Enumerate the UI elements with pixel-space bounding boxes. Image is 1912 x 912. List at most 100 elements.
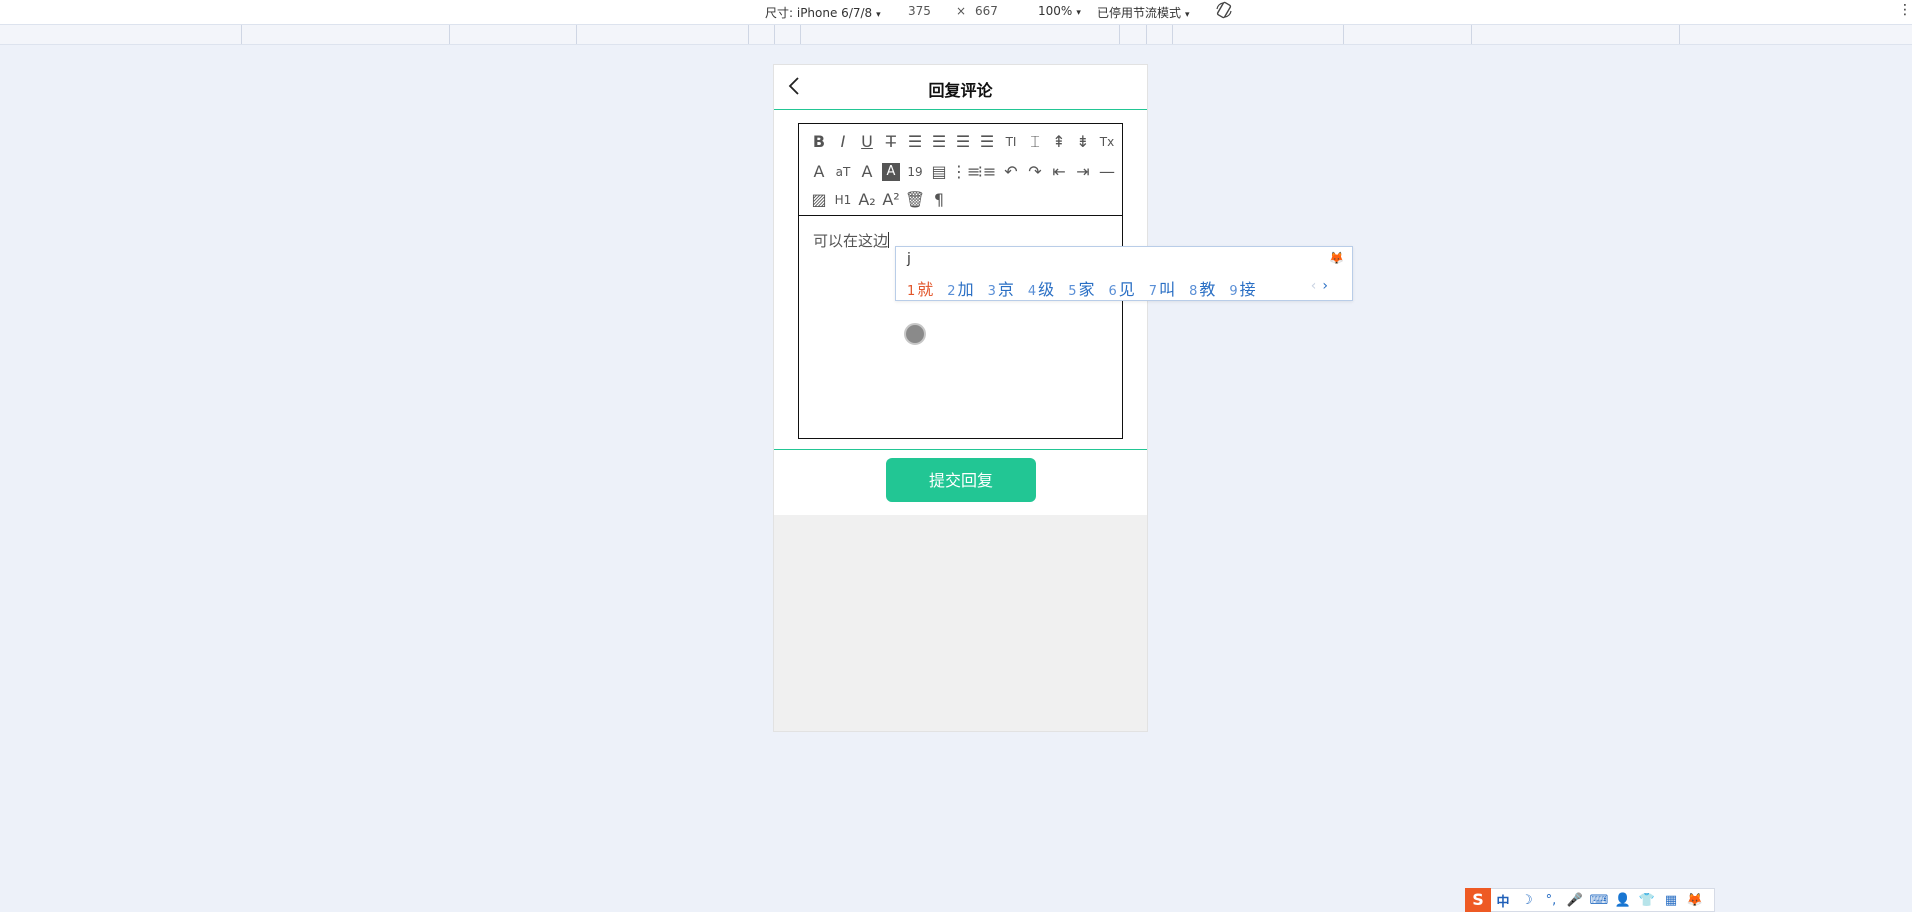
indent-icon[interactable]: ⇥ (1071, 160, 1095, 184)
more-options-icon[interactable]: ⋮ (1898, 2, 1912, 18)
ime-candidate-text: 接 (1239, 280, 1256, 299)
subscript-icon[interactable]: A₂ (855, 188, 879, 212)
ime-candidate-text: 家 (1078, 280, 1095, 299)
width-input[interactable]: 375 (908, 4, 931, 18)
ruler-marker[interactable] (1146, 25, 1147, 44)
ruler-marker[interactable] (774, 25, 775, 44)
toolbox-icon[interactable]: ▦ (1659, 893, 1683, 908)
outdent-icon[interactable]: ⇤ (1047, 160, 1071, 184)
ruler-marker[interactable] (1471, 25, 1472, 44)
heading-icon[interactable]: H1 (831, 188, 855, 212)
ruler-marker[interactable] (1343, 25, 1344, 44)
ime-candidate-text: 加 (957, 280, 974, 299)
redo-icon[interactable]: ↷ (1023, 160, 1047, 184)
sogou-logo-icon[interactable]: S (1465, 888, 1491, 912)
superscript-icon[interactable]: A² (879, 188, 903, 212)
skin-icon[interactable]: 👕 (1635, 893, 1659, 908)
punctuation-icon[interactable]: °, (1539, 893, 1563, 908)
text-cursor (888, 232, 890, 248)
ime-prev-page-icon[interactable]: ‹ (1311, 278, 1317, 294)
ordered-list-icon[interactable]: ⋮≡ (951, 160, 980, 184)
ime-candidate[interactable]: 9接 (1229, 276, 1255, 300)
height-input[interactable]: 667 (975, 4, 998, 18)
ime-candidate-list: 1就2加3京4级5家6见7叫8教9接 (907, 276, 1270, 300)
align-left-icon[interactable]: ☰ (903, 130, 927, 154)
ruler-marker[interactable] (748, 25, 749, 44)
line-height-icon[interactable]: ⌶ (1023, 130, 1047, 154)
ime-candidate-text: 就 (917, 280, 934, 299)
bold-icon[interactable]: B (807, 130, 831, 154)
strikethrough-icon[interactable]: T̶ (879, 130, 903, 154)
unordered-list-icon[interactable]: ⁝≡ (975, 160, 999, 184)
ruler-marker[interactable] (1172, 25, 1173, 44)
paragraph-icon[interactable]: ¶ (927, 188, 951, 212)
ime-skin-icon[interactable]: 🦊 (1329, 251, 1344, 265)
editor-content[interactable]: 可以在这边 (813, 230, 890, 251)
ruler-marker[interactable] (1119, 25, 1120, 44)
ime-candidate-text: 叫 (1159, 280, 1176, 299)
dimension-separator: × (956, 4, 967, 18)
device-label: 尺寸: iPhone 6/7/8 (765, 6, 873, 20)
background-color-icon[interactable]: A (882, 163, 900, 181)
ime-candidate-text: 级 (1038, 280, 1055, 299)
night-mode-icon[interactable]: ☽ (1515, 893, 1539, 908)
ime-candidate[interactable]: 5家 (1068, 276, 1094, 300)
ime-composition: j (907, 251, 911, 267)
horizontal-rule-icon[interactable]: — (1095, 160, 1119, 184)
ruler-marker[interactable] (1679, 25, 1680, 44)
ime-candidate[interactable]: 1就 (907, 276, 933, 300)
ime-candidate[interactable]: 3京 (988, 276, 1014, 300)
user-icon[interactable]: 👤 (1611, 893, 1635, 908)
ime-candidate[interactable]: 7叫 (1149, 276, 1175, 300)
ime-candidate-number: 9 (1229, 284, 1238, 299)
ime-candidate-number: 3 (987, 284, 996, 299)
space-after-icon[interactable]: ⇟ (1071, 130, 1095, 154)
clear-format-icon[interactable]: Tx (1095, 130, 1119, 154)
ime-candidate-number: 2 (947, 284, 956, 299)
throttle-select[interactable]: 已停用节流模式 ▾ (1097, 4, 1190, 21)
text-size-icon[interactable]: aT (831, 160, 855, 184)
throttle-label: 已停用节流模式 (1097, 6, 1182, 20)
delete-icon[interactable]: 🗑 (903, 188, 927, 212)
ime-candidate-text: 见 (1118, 280, 1135, 299)
underline-icon[interactable]: U (855, 130, 879, 154)
ime-candidate[interactable]: 8教 (1189, 276, 1215, 300)
ime-candidate[interactable]: 4级 (1028, 276, 1054, 300)
chevron-down-icon: ▾ (1185, 10, 1190, 20)
page-header: 回复评论 (774, 65, 1147, 110)
rotate-icon[interactable] (1215, 1, 1233, 19)
ruler-marker[interactable] (241, 25, 242, 44)
italic-icon[interactable]: I (831, 130, 855, 154)
ruler-marker[interactable] (800, 25, 801, 44)
undo-icon[interactable]: ↶ (999, 160, 1023, 184)
zoom-select[interactable]: 100% ▾ (1038, 4, 1081, 18)
date-icon[interactable]: 19 (903, 160, 927, 184)
ruler-marker[interactable] (576, 25, 577, 44)
ime-candidate-window: j 🦊 1就2加3京4级5家6见7叫8教9接 ‹ › (895, 246, 1353, 301)
toolbar-row-2: AaT A A 19 ▤ ⋮≡ ⁝≡ ↶ ↷ ⇤ ⇥ — (807, 160, 1119, 184)
ime-candidate-number: 6 (1108, 284, 1117, 299)
keyboard-icon[interactable]: ⌨ (1587, 893, 1611, 908)
align-center-icon[interactable]: ☰ (927, 130, 951, 154)
microphone-icon[interactable]: 🎤 (1563, 893, 1587, 908)
align-justify-icon[interactable]: ☰ (975, 130, 999, 154)
ime-candidate[interactable]: 2加 (947, 276, 973, 300)
font-family-icon[interactable]: A (807, 160, 831, 184)
editor-toolbar: B I U T̶ ☰ ☰ ☰ ☰ TI ⌶ ⇞ ⇟ Tx AaT A A 19 ▤ ⋮≡ ⁝≡ ↶ ↷ ⇤ ⇥ — ▨ H1 A₂… (799, 124, 1122, 216)
space-before-icon[interactable]: ⇞ (1047, 130, 1071, 154)
align-right-icon[interactable]: ☰ (951, 130, 975, 154)
ruler-marker[interactable] (449, 25, 450, 44)
media-query-ruler (0, 25, 1912, 45)
ime-candidate[interactable]: 6见 (1108, 276, 1134, 300)
font-size-icon[interactable]: TI (999, 130, 1023, 154)
ime-candidate-number: 1 (907, 284, 916, 299)
font-color-icon[interactable]: A (855, 160, 879, 184)
submit-reply-button[interactable]: 提交回复 (886, 458, 1036, 502)
touch-cursor (904, 323, 926, 345)
ime-mode-toggle[interactable]: 中 (1491, 891, 1515, 910)
ime-next-page-icon[interactable]: › (1322, 278, 1328, 294)
mascot-icon[interactable]: 🦊 (1683, 893, 1707, 908)
image-icon[interactable]: ▨ (807, 188, 831, 212)
device-select[interactable]: 尺寸: iPhone 6/7/8 ▾ (765, 4, 881, 21)
time-icon[interactable]: ▤ (927, 160, 951, 184)
